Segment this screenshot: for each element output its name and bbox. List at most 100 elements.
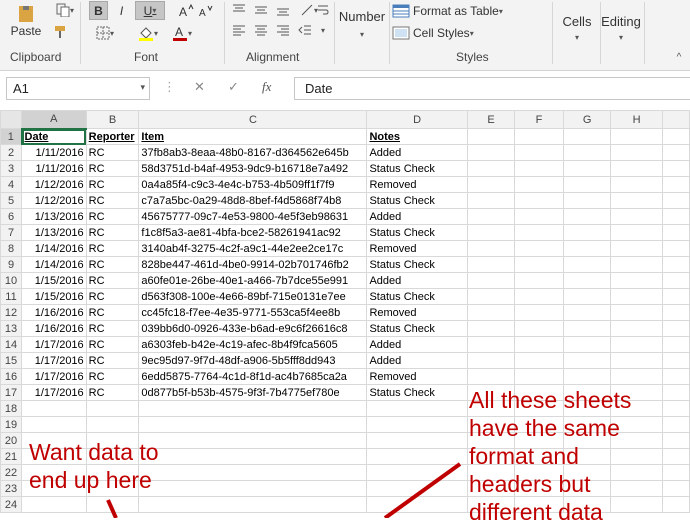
cell[interactable]: 1/17/2016 — [21, 352, 87, 369]
cell[interactable]: RC — [85, 176, 140, 193]
cell[interactable]: Removed — [366, 304, 468, 321]
cell[interactable] — [21, 496, 87, 513]
cell[interactable] — [562, 272, 612, 289]
cancel-icon[interactable]: ✕ — [194, 79, 205, 95]
cell[interactable] — [562, 224, 612, 241]
row-header[interactable]: 24 — [0, 496, 23, 513]
cell[interactable] — [138, 496, 368, 513]
align-top-button[interactable] — [230, 2, 248, 18]
cell[interactable]: 1/14/2016 — [21, 240, 87, 257]
cell[interactable] — [466, 320, 516, 337]
row-header[interactable]: 18 — [0, 400, 23, 417]
cell[interactable]: Status Check — [366, 320, 468, 337]
cell[interactable] — [661, 176, 690, 193]
cell[interactable] — [610, 256, 663, 273]
cell[interactable] — [562, 128, 612, 145]
cell[interactable]: 1/17/2016 — [21, 368, 87, 385]
cell[interactable] — [661, 144, 690, 161]
align-bottom-button[interactable] — [274, 2, 292, 18]
cell[interactable] — [661, 432, 690, 449]
merge-center-button[interactable]: ▾ — [316, 22, 330, 38]
column-header-b[interactable]: B — [85, 110, 140, 129]
cell[interactable] — [562, 336, 612, 353]
cell[interactable]: RC — [85, 208, 140, 225]
cell[interactable] — [661, 192, 690, 209]
cell[interactable]: Added — [366, 144, 468, 161]
cell[interactable] — [661, 336, 690, 353]
cell[interactable]: Status Check — [366, 224, 468, 241]
cell[interactable]: 58d3751d-b4af-4953-9dc9-b16718e7a492 — [138, 160, 368, 177]
cell[interactable] — [661, 272, 690, 289]
cell[interactable]: 37fb8ab3-8eaa-48b0-8167-d364562e645b — [138, 144, 368, 161]
row-header[interactable]: 16 — [0, 368, 23, 385]
cell[interactable] — [514, 160, 564, 177]
grow-font-button[interactable]: A — [178, 1, 196, 20]
column-header-g[interactable]: G — [562, 110, 612, 129]
cell[interactable]: RC — [85, 240, 140, 257]
cell[interactable] — [661, 464, 690, 481]
cell[interactable] — [661, 320, 690, 337]
cell[interactable] — [514, 256, 564, 273]
cell[interactable]: RC — [85, 288, 140, 305]
cell[interactable] — [466, 352, 516, 369]
align-center-button[interactable] — [252, 22, 270, 38]
cell[interactable] — [366, 496, 468, 513]
cell[interactable] — [562, 208, 612, 225]
cell[interactable] — [661, 480, 690, 497]
cell[interactable] — [138, 480, 368, 497]
fill-color-button[interactable]: ▾ — [134, 24, 162, 42]
row-header[interactable]: 20 — [0, 432, 23, 449]
cell[interactable] — [514, 352, 564, 369]
cell[interactable]: d563f308-100e-4e66-89bf-715e0131e7ee — [138, 288, 368, 305]
cell[interactable]: 1/17/2016 — [21, 336, 87, 353]
row-header[interactable]: 5 — [0, 192, 23, 209]
cell[interactable] — [466, 368, 516, 385]
cell[interactable]: a6303feb-b42e-4c19-afec-8b4f9fca5605 — [138, 336, 368, 353]
cell[interactable] — [466, 176, 516, 193]
cell[interactable] — [610, 352, 663, 369]
cell[interactable]: RC — [85, 160, 140, 177]
cell[interactable]: Status Check — [366, 192, 468, 209]
cell[interactable] — [661, 160, 690, 177]
cell[interactable] — [21, 416, 87, 433]
cell[interactable] — [661, 128, 690, 145]
column-header-h[interactable]: H — [610, 110, 663, 129]
cell[interactable]: RC — [85, 144, 140, 161]
row-header[interactable]: 11 — [0, 288, 23, 305]
cell[interactable] — [138, 416, 368, 433]
cell[interactable]: 1/13/2016 — [21, 208, 87, 225]
column-header-e[interactable]: E — [466, 110, 516, 129]
column-header-a[interactable]: A — [21, 110, 87, 130]
borders-button[interactable]: ▾ — [91, 24, 119, 42]
shrink-font-button[interactable]: A — [198, 1, 216, 20]
cell[interactable] — [466, 256, 516, 273]
formula-input[interactable]: Date — [294, 77, 690, 100]
cell[interactable] — [661, 288, 690, 305]
cell-styles-button[interactable]: Cell Styles ▾ — [392, 23, 492, 43]
cell[interactable] — [466, 208, 516, 225]
row-header[interactable]: 14 — [0, 336, 23, 353]
cell[interactable] — [366, 480, 468, 497]
cell[interactable]: Status Check — [366, 288, 468, 305]
cell[interactable] — [562, 368, 612, 385]
cell[interactable]: c7a7a5bc-0a29-48d8-8bef-f4d5868f74b8 — [138, 192, 368, 209]
cell[interactable]: 6edd5875-7764-4c1d-8f1d-ac4b7685ca2a — [138, 368, 368, 385]
cell[interactable]: cc45fc18-f7ee-4e35-9771-553ca5f4ee8b — [138, 304, 368, 321]
cell[interactable] — [562, 288, 612, 305]
cell[interactable] — [514, 288, 564, 305]
cell[interactable] — [466, 224, 516, 241]
cell[interactable] — [661, 368, 690, 385]
row-header[interactable]: 13 — [0, 320, 23, 337]
cell[interactable] — [661, 256, 690, 273]
cell[interactable] — [514, 144, 564, 161]
cell[interactable] — [514, 208, 564, 225]
cell[interactable]: 1/17/2016 — [21, 384, 87, 401]
cell[interactable] — [610, 192, 663, 209]
cell[interactable] — [610, 272, 663, 289]
cell[interactable] — [661, 384, 690, 401]
cell[interactable] — [610, 240, 663, 257]
cell[interactable] — [661, 496, 690, 513]
cell[interactable] — [514, 368, 564, 385]
italic-button[interactable]: I — [112, 1, 131, 20]
cell[interactable] — [610, 320, 663, 337]
